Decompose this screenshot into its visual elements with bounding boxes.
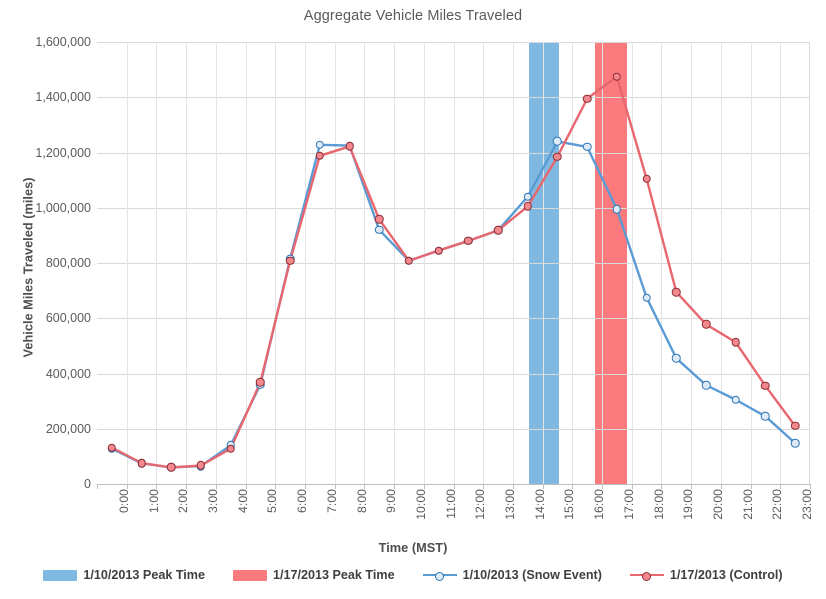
x-tick-label: 14:00 bbox=[532, 489, 547, 520]
data-point-marker bbox=[582, 94, 592, 103]
chart-title: Aggregate Vehicle Miles Traveled bbox=[303, 8, 523, 24]
legend-color-swatch bbox=[233, 569, 267, 581]
data-point-marker bbox=[315, 151, 325, 161]
y-tick-label: 800,000 bbox=[45, 256, 91, 270]
gridline-horizontal bbox=[97, 484, 809, 485]
data-point-marker bbox=[137, 458, 146, 468]
data-point-marker bbox=[404, 256, 414, 266]
data-point-marker bbox=[612, 204, 622, 214]
data-point-marker bbox=[523, 202, 533, 211]
x-tick-label: 11:00 bbox=[443, 489, 458, 519]
data-point-marker bbox=[672, 354, 681, 363]
x-tick-label: 19:00 bbox=[681, 489, 696, 520]
data-point-marker bbox=[790, 438, 800, 448]
data-point-marker bbox=[761, 381, 770, 391]
data-point-marker bbox=[493, 226, 503, 235]
y-axis-tick-labels: 0 200,000 400,000 600,000 800,000 1,000,000 1,… bbox=[0, 35, 91, 491]
x-tick-label: 17:00 bbox=[621, 489, 636, 520]
legend-color-swatch bbox=[43, 569, 78, 581]
data-point-marker bbox=[523, 192, 533, 201]
x-tick-label: 7:00 bbox=[324, 489, 339, 513]
y-tick-label: 0 bbox=[84, 477, 91, 491]
series-lines bbox=[110, 75, 797, 469]
legend-item-3[interactable]: 1/10/2013 (Snow Event) bbox=[422, 568, 602, 582]
x-tick-label: 12:00 bbox=[473, 489, 488, 520]
series-line-2 bbox=[110, 75, 797, 469]
chart-legend: 1/10/2013 Peak Time 1/17/2013 Peak Time 1/… bbox=[0, 568, 826, 582]
data-point-marker bbox=[374, 215, 384, 224]
x-tick-label: 23:00 bbox=[800, 489, 815, 520]
data-point-marker bbox=[256, 378, 265, 387]
data-point-marker bbox=[701, 320, 711, 329]
x-tick-label: 1:00 bbox=[146, 489, 161, 513]
data-point-marker bbox=[701, 380, 711, 390]
data-point-marker bbox=[285, 256, 295, 266]
y-tick-label: 600,000 bbox=[45, 311, 91, 326]
y-tick-label: 200,000 bbox=[45, 421, 91, 436]
y-tick-label: 1,000,000 bbox=[35, 200, 91, 215]
data-point-marker bbox=[107, 443, 117, 452]
data-point-marker bbox=[582, 142, 592, 152]
data-point-marker bbox=[553, 137, 562, 146]
data-point-marker bbox=[553, 152, 562, 161]
data-point-marker bbox=[612, 72, 622, 81]
x-tick-label: 8:00 bbox=[354, 489, 369, 513]
x-tick-label: 13:00 bbox=[503, 489, 518, 520]
x-axis-tick-labels: 0:00 1:00 2:00 3:00 4:00 5:00 6:00 7:00 8:00 9:00… bbox=[97, 489, 814, 537]
y-tick-label: 1,600,000 bbox=[35, 35, 91, 49]
x-tick-label: 20:00 bbox=[711, 489, 726, 520]
x-tick-label: 10:00 bbox=[413, 489, 428, 520]
legend-label: 1/10/2013 Peak Time bbox=[83, 568, 205, 582]
x-tick-label: 21:00 bbox=[740, 489, 755, 520]
x-tick-label: 5:00 bbox=[265, 489, 280, 513]
x-tick-label: 22:00 bbox=[770, 489, 785, 520]
x-tick-label: 9:00 bbox=[384, 489, 399, 513]
data-point-marker bbox=[731, 395, 740, 404]
data-point-marker bbox=[464, 236, 473, 246]
legend-line-swatch bbox=[629, 569, 664, 581]
data-point-marker bbox=[672, 287, 681, 297]
legend-label: 1/17/2013 (Control) bbox=[669, 568, 783, 582]
chart-container: Aggregate Vehicle Miles Traveled Vehicle… bbox=[0, 0, 826, 599]
x-axis-title: Time (MST) bbox=[378, 540, 448, 555]
legend-item-1[interactable]: 1/10/2013 Peak Time bbox=[43, 568, 205, 582]
data-point-marker bbox=[167, 463, 176, 472]
data-point-marker bbox=[315, 140, 325, 149]
plot-area bbox=[97, 42, 810, 485]
legend-label: 1/17/2013 Peak Time bbox=[273, 568, 395, 582]
y-tick-label: 1,400,000 bbox=[35, 90, 91, 105]
y-tick-label: 400,000 bbox=[45, 366, 91, 381]
x-tick-label: 16:00 bbox=[592, 489, 607, 520]
data-point-marker bbox=[642, 293, 651, 302]
legend-item-4[interactable]: 1/17/2013 (Control) bbox=[629, 568, 783, 582]
data-point-marker bbox=[345, 142, 354, 151]
x-tick-label: 15:00 bbox=[562, 489, 577, 520]
y-tick-label: 1,200,000 bbox=[35, 145, 91, 160]
x-tick-label: 6:00 bbox=[295, 489, 310, 513]
data-point-marker bbox=[731, 338, 740, 347]
legend-item-2[interactable]: 1/17/2013 Peak Time bbox=[233, 568, 395, 582]
series-line-1 bbox=[110, 140, 797, 469]
data-point-marker bbox=[790, 421, 800, 431]
x-tick-label: 18:00 bbox=[651, 489, 666, 520]
x-tick-label: 4:00 bbox=[235, 489, 250, 513]
x-tick-label: 2:00 bbox=[176, 489, 191, 513]
data-point-marker bbox=[642, 174, 651, 183]
legend-line-swatch bbox=[422, 569, 457, 581]
legend-label: 1/10/2013 (Snow Event) bbox=[462, 568, 602, 582]
data-point-marker bbox=[374, 225, 384, 235]
data-point-marker bbox=[196, 461, 206, 470]
data-point-marker bbox=[434, 246, 443, 255]
x-tick-label: 3:00 bbox=[205, 489, 220, 513]
data-point-marker bbox=[761, 412, 770, 421]
data-point-marker bbox=[226, 444, 235, 453]
x-tick-label: 0:00 bbox=[116, 489, 131, 513]
